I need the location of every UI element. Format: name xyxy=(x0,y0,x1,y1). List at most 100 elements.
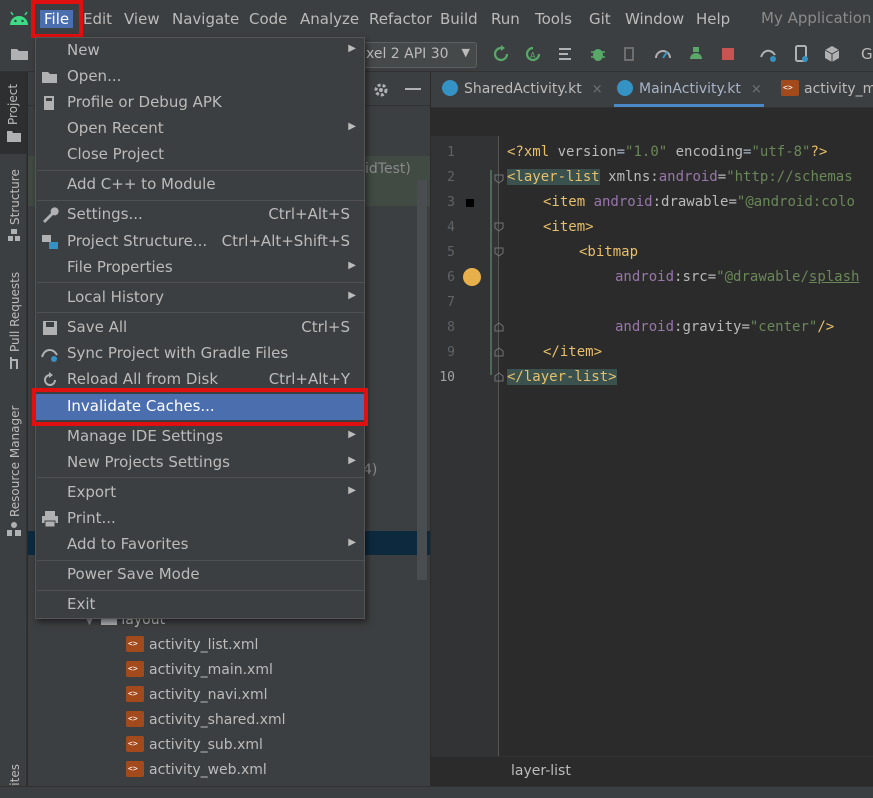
menu-item-export[interactable]: Export ▶ xyxy=(36,480,364,506)
menu-item-label: Local History xyxy=(67,288,165,306)
code-line-9[interactable]: </item> xyxy=(543,344,602,360)
minimize-icon[interactable] xyxy=(405,88,421,90)
code-token: ?> xyxy=(810,144,828,160)
submenu-arrow-icon: ▶ xyxy=(348,260,356,271)
tree-file-activity-list[interactable]: activity_list.xml xyxy=(126,636,258,653)
code-token: version xyxy=(557,144,617,160)
debug-android-icon[interactable] xyxy=(687,45,705,63)
code-token: "center" xyxy=(749,319,818,335)
menu-item-print[interactable]: Print... xyxy=(36,506,364,532)
menu-item-add-cpp[interactable]: Add C++ to Module xyxy=(36,172,364,198)
menu-refactor[interactable]: Refactor xyxy=(369,10,432,28)
debug-bug-icon[interactable] xyxy=(589,45,607,63)
menu-item-local-history[interactable]: Local History ▶ xyxy=(36,285,364,311)
code-line-10[interactable]: </layer-list> xyxy=(507,369,617,385)
tab-main-activity[interactable]: MainActivity.kt × xyxy=(617,80,762,97)
menu-item-exit[interactable]: Exit xyxy=(36,592,364,618)
menu-item-manage-ide-settings[interactable]: Manage IDE Settings ▶ xyxy=(36,424,364,450)
sdk-manager-icon[interactable] xyxy=(823,45,841,63)
tree-file-activity-main[interactable]: activity_main.xml xyxy=(126,661,273,678)
tab-close-icon[interactable]: × xyxy=(751,82,762,97)
menu-item-new-projects-settings[interactable]: New Projects Settings ▶ xyxy=(36,450,364,476)
menu-item-label: Project Structure... xyxy=(67,232,208,250)
fold-marker-icon[interactable] xyxy=(494,222,504,232)
sync-gradle-icon[interactable] xyxy=(759,45,777,63)
line-number: 2 xyxy=(447,170,455,185)
apply-code-changes-icon[interactable]: A xyxy=(524,45,542,63)
device-manager-icon[interactable] xyxy=(792,45,810,63)
menu-view[interactable]: View xyxy=(124,10,160,28)
code-token: "@android:colo xyxy=(736,194,855,210)
code-token: "@drawable/ xyxy=(716,269,809,285)
folder-open-icon[interactable] xyxy=(10,46,30,62)
menu-item-close-project[interactable]: Close Project xyxy=(36,142,364,168)
project-panel-scrollbar[interactable] xyxy=(417,180,427,580)
chevron-down-icon: ▼ xyxy=(461,46,470,59)
apply-changes-restart-icon[interactable] xyxy=(492,45,510,63)
code-line-8[interactable]: android:gravity="center"/> xyxy=(615,319,834,335)
menu-run[interactable]: Run xyxy=(491,10,520,28)
menu-item-sync-gradle[interactable]: Sync Project with Gradle Files xyxy=(36,341,364,367)
tree-file-activity-shared[interactable]: activity_shared.xml xyxy=(126,711,286,728)
menu-item-power-save-mode[interactable]: Power Save Mode xyxy=(36,562,364,588)
fold-marker-icon[interactable] xyxy=(494,322,504,332)
image-preview-icon[interactable] xyxy=(463,268,481,286)
code-line-5[interactable]: <bitmap xyxy=(579,244,638,260)
color-swatch-icon[interactable] xyxy=(466,199,474,207)
menu-git[interactable]: Git xyxy=(589,10,611,28)
profiler-gauge-icon[interactable] xyxy=(654,45,672,63)
menu-tools[interactable]: Tools xyxy=(535,10,572,28)
line-number-current: 10 xyxy=(439,370,455,385)
menu-item-new[interactable]: New ▶ xyxy=(36,38,364,64)
code-token: :gravity= xyxy=(674,319,750,335)
fold-marker-icon[interactable] xyxy=(494,174,504,184)
menu-item-settings[interactable]: Settings... Ctrl+Alt+S xyxy=(36,202,364,228)
code-line-2[interactable]: <layer-list xmlns:android="http://schema… xyxy=(507,169,853,185)
fold-marker-icon[interactable] xyxy=(494,347,504,357)
tree-file-label: activity_sub.xml xyxy=(149,737,263,753)
code-line-3[interactable]: <item android:drawable="@android:colo xyxy=(543,194,855,210)
gear-icon[interactable] xyxy=(372,81,390,99)
menu-build[interactable]: Build xyxy=(440,10,478,28)
stop-icon[interactable] xyxy=(719,45,737,63)
tool-window-pull-requests[interactable]: Pull Requests xyxy=(8,272,22,352)
menu-item-label: File Properties xyxy=(67,258,173,276)
breadcrumb[interactable]: layer-list xyxy=(511,763,571,779)
menu-analyze[interactable]: Analyze xyxy=(300,10,359,28)
menu-edit[interactable]: Edit xyxy=(83,10,112,28)
tool-window-resource-manager[interactable]: Resource Manager xyxy=(8,406,22,517)
menu-item-profile-debug-apk[interactable]: Profile or Debug APK xyxy=(36,90,364,116)
menu-item-add-to-favorites[interactable]: Add to Favorites ▶ xyxy=(36,532,364,558)
kotlin-class-icon xyxy=(617,80,633,96)
submenu-arrow-icon: ▶ xyxy=(348,43,356,54)
menu-help[interactable]: Help xyxy=(696,10,730,28)
menu-window[interactable]: Window xyxy=(625,10,684,28)
tool-window-structure[interactable]: Structure xyxy=(8,169,22,225)
tree-file-activity-sub[interactable]: activity_sub.xml xyxy=(126,736,263,753)
menu-item-open[interactable]: Open... xyxy=(36,64,364,90)
code-line-1[interactable]: <?xml version="1.0" encoding="utf-8"?> xyxy=(507,144,827,160)
fold-marker-icon[interactable] xyxy=(494,247,504,257)
menu-item-open-recent[interactable]: Open Recent ▶ xyxy=(36,116,364,142)
tool-window-project[interactable]: Project xyxy=(6,84,20,125)
menu-code[interactable]: Code xyxy=(249,10,287,28)
menu-item-project-structure[interactable]: Project Structure... Ctrl+Alt+Shift+S xyxy=(36,229,364,255)
tree-file-activity-web[interactable]: activity_web.xml xyxy=(126,761,267,778)
menu-separator xyxy=(37,560,364,561)
tree-file-activity-navi[interactable]: activity_navi.xml xyxy=(126,686,268,703)
attach-debugger-icon[interactable] xyxy=(621,45,639,63)
run-tests-list-icon[interactable] xyxy=(557,45,575,63)
menu-item-file-properties[interactable]: File Properties ▶ xyxy=(36,255,364,281)
menu-navigate[interactable]: Navigate xyxy=(172,10,239,28)
device-selector[interactable]: xel 2 API 30 ▼ xyxy=(355,42,477,68)
menu-item-save-all[interactable]: Save All Ctrl+S xyxy=(36,315,364,341)
refresh-icon xyxy=(44,372,56,386)
tab-activity-main-xml[interactable]: activity_ma xyxy=(781,80,873,97)
fold-marker-icon[interactable] xyxy=(494,372,504,382)
editor-breadcrumb-bar: layer-list xyxy=(431,756,873,786)
toolbar-overflow-label[interactable]: G xyxy=(861,45,873,63)
code-line-6[interactable]: android:src="@drawable/splash xyxy=(615,269,859,285)
code-line-4[interactable]: <item> xyxy=(543,219,594,235)
tab-shared-activity[interactable]: SharedActivity.kt × xyxy=(442,80,603,97)
tab-close-icon[interactable]: × xyxy=(592,82,603,97)
